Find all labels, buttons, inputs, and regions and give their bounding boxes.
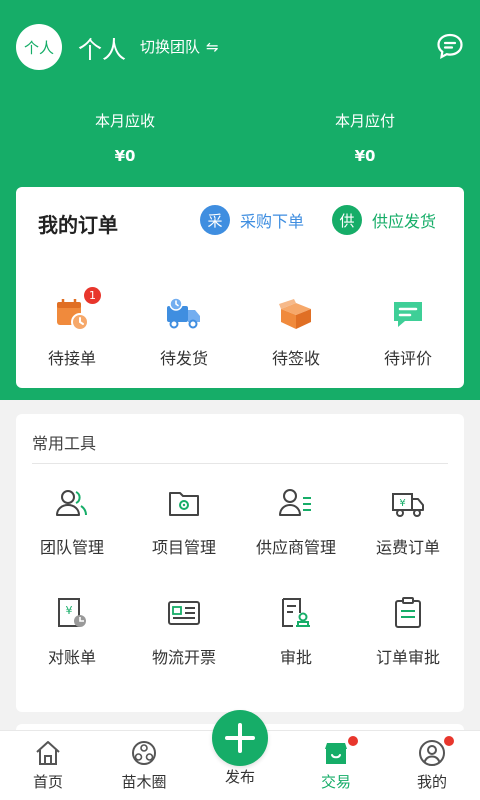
switch-team-label: 切换团队 <box>140 38 201 56</box>
pending-badge: 1 <box>84 287 101 304</box>
tab-label: 首页 <box>32 773 63 791</box>
publish-label: 发布 <box>224 768 255 786</box>
invoice-icon <box>168 601 200 625</box>
tool-label: 订单审批 <box>375 648 440 667</box>
tool-label: 供应商管理 <box>255 538 336 557</box>
svg-text:¥: ¥ <box>399 498 405 509</box>
supply-label: 供应发货 <box>372 212 437 231</box>
tool-order-approval[interactable]: 订单审批 <box>352 596 464 668</box>
tab-home[interactable]: 首页 <box>8 739 88 792</box>
payable-label: 本月应付 <box>334 112 395 130</box>
tool-approval[interactable]: 审批 <box>240 596 352 668</box>
folder-gear-icon <box>169 492 199 516</box>
order-pending-review[interactable]: 待评价 <box>352 295 464 369</box>
tools-title: 常用工具 <box>32 434 97 453</box>
switch-icon: ⇋ <box>206 37 219 56</box>
publish-button[interactable] <box>212 710 268 766</box>
order-pending-ship[interactable]: 待发货 <box>128 295 240 369</box>
orders-title: 我的订单 <box>38 213 118 237</box>
community-icon <box>132 741 156 765</box>
team-icon <box>56 490 87 516</box>
user-list-icon <box>279 489 311 516</box>
tab-label: 交易 <box>320 773 351 791</box>
receivable-label: 本月应收 <box>94 112 155 130</box>
open-box-icon <box>279 299 311 329</box>
tool-statement[interactable]: ¥ 对账单 <box>16 596 128 668</box>
monthly-receivable: 本月应收 ¥0 <box>45 110 205 165</box>
tool-label: 物流开票 <box>151 648 216 667</box>
home-icon <box>36 741 60 765</box>
tool-supplier-management[interactable]: 供应商管理 <box>240 486 352 558</box>
user-icon <box>419 740 445 766</box>
payable-value: ¥0 <box>354 147 376 165</box>
common-tools-card: 常用工具 团队管理 项目管理 供应商管理 ¥ 运费订单 ¥ 对账单 物流开票 审… <box>16 414 464 712</box>
purchase-label: 采购下单 <box>240 212 305 231</box>
notification-dot <box>348 736 358 746</box>
tool-project-management[interactable]: 项目管理 <box>128 486 240 558</box>
order-item-label: 待签收 <box>271 349 320 368</box>
tab-trade[interactable]: 交易 <box>296 736 376 792</box>
tool-label: 项目管理 <box>151 538 216 557</box>
tab-label: 我的 <box>416 773 447 791</box>
tab-mine[interactable]: 我的 <box>392 736 472 792</box>
page-title: 个人 <box>78 36 126 64</box>
tool-label: 审批 <box>279 648 312 667</box>
supply-ship-button[interactable]: 供 供应发货 <box>332 205 436 235</box>
tab-label: 苗木圈 <box>121 773 167 791</box>
order-pending-accept[interactable]: 1 待接单 <box>16 287 128 369</box>
order-pending-receipt[interactable]: 待签收 <box>240 295 352 369</box>
tool-team-management[interactable]: 团队管理 <box>16 486 128 558</box>
order-item-label: 待评价 <box>383 349 432 368</box>
divider <box>32 463 448 464</box>
clipboard-icon <box>395 597 421 628</box>
svg-text:¥: ¥ <box>66 604 73 617</box>
purchase-icon: 采 <box>200 205 230 235</box>
shop-icon <box>325 743 347 764</box>
tool-freight-orders[interactable]: ¥ 运费订单 <box>352 486 464 558</box>
tool-label: 对账单 <box>47 648 96 667</box>
order-item-label: 待接单 <box>47 349 96 368</box>
receivable-value: ¥0 <box>114 147 136 165</box>
switch-team-button[interactable]: 切换团队 ⇋ <box>140 36 219 57</box>
purchase-order-button[interactable]: 采 采购下单 <box>200 205 304 235</box>
monthly-payable: 本月应付 ¥0 <box>285 110 445 165</box>
statement-icon: ¥ <box>58 598 86 627</box>
tab-community[interactable]: 苗木圈 <box>104 739 184 792</box>
supply-icon: 供 <box>332 205 362 235</box>
comment-icon <box>394 302 422 327</box>
approval-stamp-icon <box>282 598 310 627</box>
freight-truck-icon: ¥ <box>392 493 424 517</box>
message-icon[interactable] <box>436 32 464 60</box>
notification-dot <box>444 736 454 746</box>
order-item-label: 待发货 <box>159 349 208 368</box>
avatar[interactable]: 个人 <box>16 24 62 70</box>
tool-label: 团队管理 <box>39 538 104 557</box>
tool-logistics-invoice[interactable]: 物流开票 <box>128 596 240 668</box>
plus-icon <box>225 723 255 753</box>
delivery-truck-icon <box>167 297 200 329</box>
my-orders-card: 我的订单 采 采购下单 供 供应发货 1 待接单 待发货 待签收 待评价 <box>16 187 464 388</box>
tool-label: 运费订单 <box>375 538 440 557</box>
